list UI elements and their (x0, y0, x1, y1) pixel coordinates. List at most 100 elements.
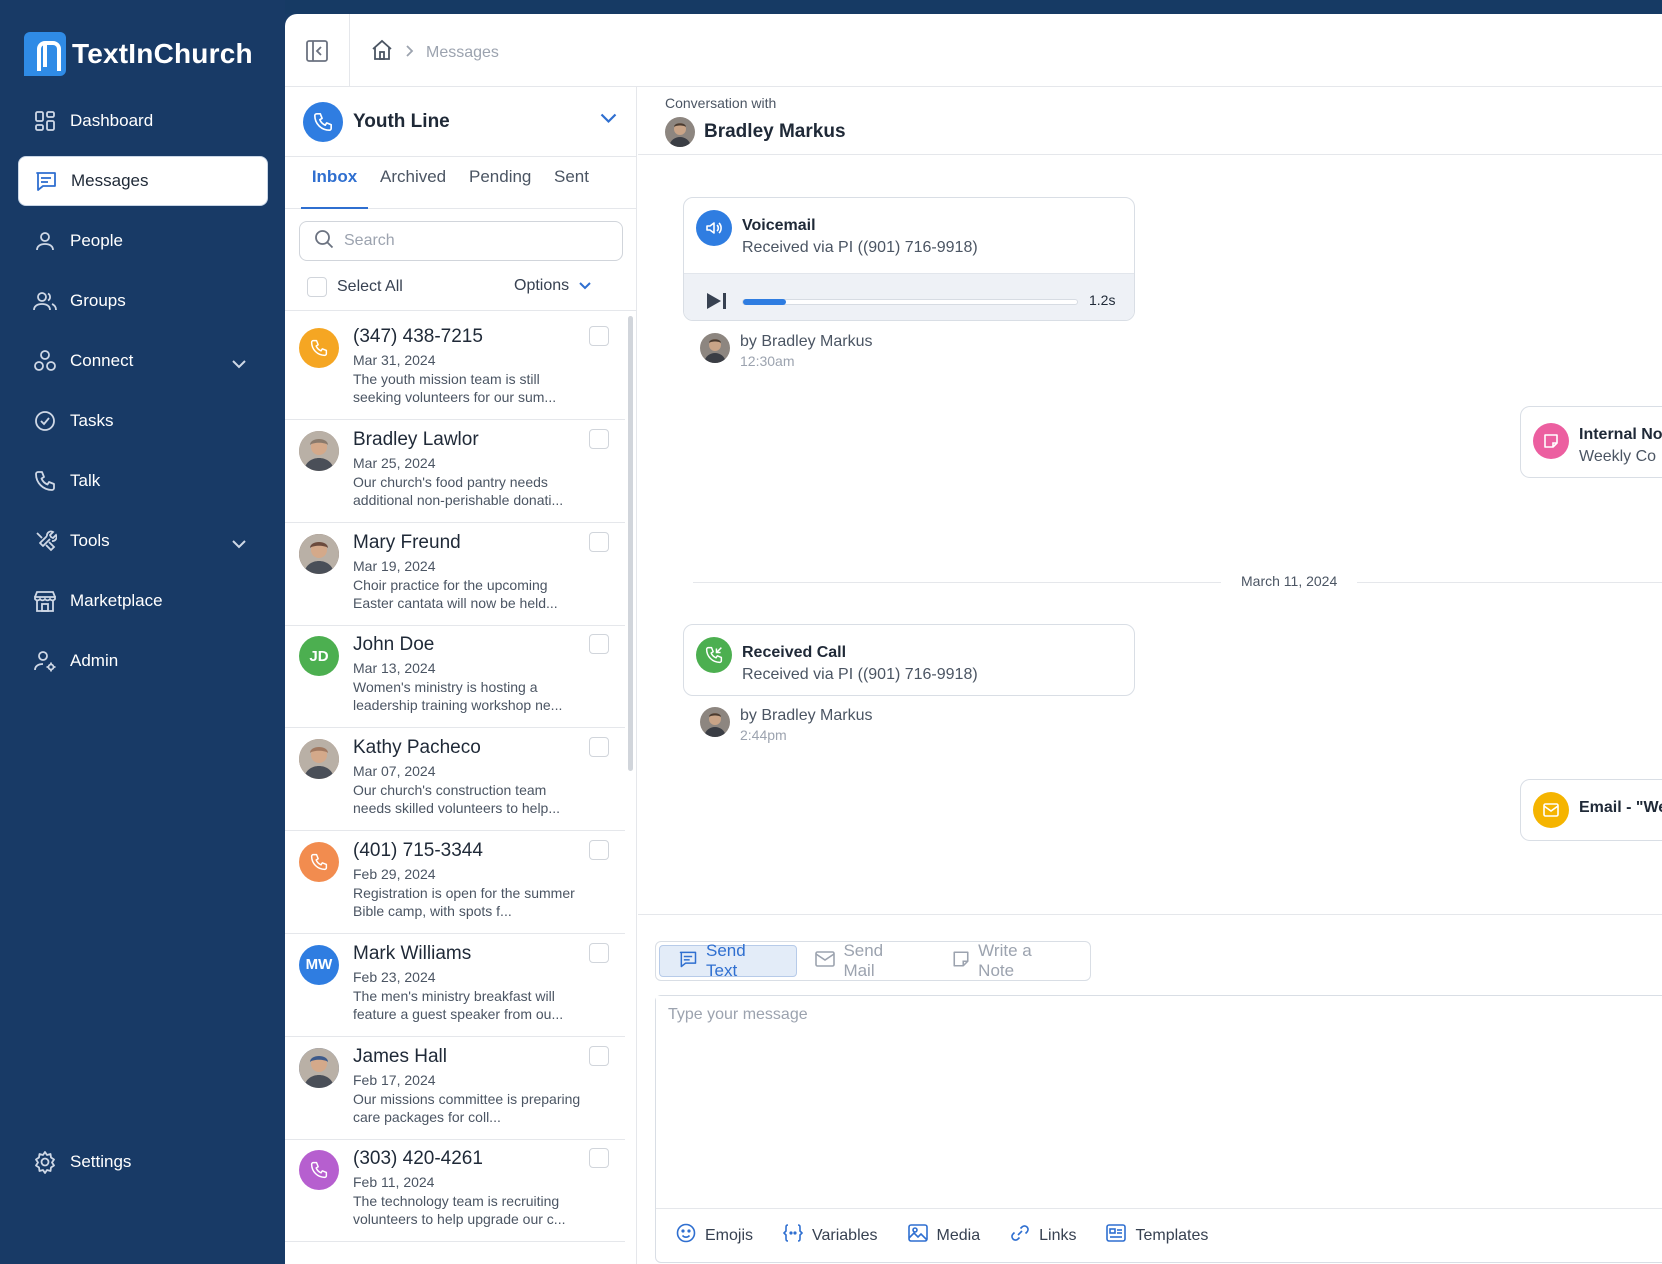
voicemail-title: Voicemail (742, 217, 816, 234)
logo[interactable]: TextInChurch (24, 32, 253, 76)
phone-icon (32, 468, 58, 494)
store-icon (32, 588, 58, 614)
sidebar-item-tasks[interactable]: Tasks (18, 396, 268, 446)
conversation-date: Feb 17, 2024 (353, 1071, 436, 1088)
logo-mark-icon (24, 32, 66, 76)
conversation-row[interactable]: Mary Freund Mar 19, 2024 Choir practice fo… (285, 518, 625, 626)
row-checkbox[interactable] (589, 326, 609, 346)
chevron-down-icon (579, 277, 591, 295)
tab-pending[interactable]: Pending (469, 157, 531, 209)
conversation-name: Mary Freund (353, 531, 461, 553)
brand-name: TextInChurch (72, 38, 253, 69)
conversation-list-panel: Youth Line Inbox Archived Pending Sent S… (285, 87, 637, 1264)
conversation-row[interactable]: JD John Doe Mar 13, 2024 Women's ministry i… (285, 620, 625, 729)
link-icon (1010, 1223, 1030, 1248)
row-checkbox[interactable] (589, 840, 609, 860)
chevron-down-icon[interactable] (232, 534, 246, 554)
home-icon[interactable] (370, 38, 394, 67)
conversation-row[interactable]: Bradley Lawlor Mar 25, 2024 Our church's f… (285, 415, 625, 523)
author-name: by Bradley Markus (740, 707, 873, 724)
audio-progress-fill (743, 299, 787, 305)
sidebar-item-messages[interactable]: Messages (18, 156, 268, 206)
line-selector[interactable]: Youth Line (285, 87, 637, 157)
conversation-date: Feb 29, 2024 (353, 866, 436, 882)
message-thread: Voicemail Received via PI ((901) 716-991… (638, 155, 1662, 915)
email-card[interactable]: Email - "We (1520, 779, 1662, 841)
write-note-tab[interactable]: Write a Note (934, 941, 1087, 980)
send-text-tab[interactable]: Send Text (659, 941, 798, 980)
row-checkbox[interactable] (589, 1148, 609, 1169)
select-all[interactable]: Select All (307, 277, 403, 297)
event-time: 12:30am (740, 353, 795, 369)
conversation-preview: Choir practice for the upcoming Easter c… (353, 576, 558, 611)
conversation-row[interactable]: (303) 420-4261 Feb 11, 2024 The technology… (285, 1134, 625, 1243)
sidebar-item-label: Admin (70, 651, 119, 670)
tab-inbox[interactable]: Inbox (301, 157, 368, 209)
connect-icon (32, 348, 58, 374)
main-panel: Messages Youth Line Inbox Archived Pendi… (285, 14, 1662, 1264)
conversation-name: (401) 715-3344 (353, 840, 483, 861)
audio-player: 1.2s (684, 273, 1134, 320)
tab-archived[interactable]: Archived (380, 157, 446, 209)
row-checkbox[interactable] (589, 428, 609, 449)
row-checkbox[interactable] (589, 1045, 609, 1066)
conversation-header: Conversation with Bradley Markus (638, 87, 1662, 155)
sidebar-item-label: People (70, 231, 123, 250)
audio-progress-track[interactable] (742, 299, 1078, 305)
chevron-down-icon[interactable] (600, 111, 617, 129)
list-scrollbar[interactable] (628, 316, 633, 771)
dashboard-icon (32, 108, 58, 134)
image-icon (907, 1223, 928, 1248)
sidebar-item-talk[interactable]: Talk (18, 456, 268, 506)
sidebar-item-marketplace[interactable]: Marketplace (18, 576, 268, 626)
row-checkbox[interactable] (589, 634, 609, 655)
row-checkbox[interactable] (589, 737, 609, 758)
options-dropdown[interactable]: Options (514, 277, 591, 295)
conversation-preview: Our church's food pantry needs additiona… (353, 473, 564, 508)
select-all-checkbox[interactable] (307, 277, 327, 297)
tool-label: Variables (812, 1226, 878, 1244)
sidebar-item-settings[interactable]: Settings (18, 1137, 268, 1187)
chevron-down-icon[interactable] (232, 354, 246, 374)
conversation-row[interactable]: (347) 438-7215 Mar 31, 2024 The youth miss… (285, 312, 625, 420)
row-checkbox[interactable] (589, 531, 609, 552)
conversation-contact[interactable]: Bradley Markus (665, 117, 846, 147)
send-mail-tab[interactable]: Send Mail (797, 941, 934, 980)
row-checkbox[interactable] (589, 942, 609, 963)
conversation-preview: Registration is open for the summer Bibl… (353, 885, 575, 919)
conversation-row[interactable]: James Hall Feb 17, 2024 Our missions commi… (285, 1032, 625, 1140)
sidebar-item-dashboard[interactable]: Dashboard (18, 96, 268, 146)
date-divider-label: March 11, 2024 (1221, 573, 1358, 589)
tab-sent[interactable]: Sent (554, 157, 589, 209)
sidebar-item-groups[interactable]: Groups (18, 276, 268, 326)
note-icon (952, 950, 970, 973)
templates-button[interactable]: Templates (1106, 1224, 1208, 1247)
sidebar-item-people[interactable]: People (18, 216, 268, 266)
conversation-date: Mar 31, 2024 (353, 352, 436, 368)
variables-button[interactable]: Variables (782, 1224, 878, 1247)
play-pause-icon[interactable] (706, 292, 728, 315)
conversation-row[interactable]: Kathy Pacheco Mar 07, 2024 Our church's co… (285, 723, 625, 832)
links-button[interactable]: Links (1010, 1223, 1076, 1248)
search-box (299, 221, 623, 261)
call-title: Received Call (742, 644, 847, 661)
avatar (700, 707, 730, 737)
collapse-sidebar-button[interactable] (285, 14, 350, 87)
search-icon (314, 229, 334, 254)
conversation-label: Conversation with (665, 95, 777, 111)
sidebar-item-admin[interactable]: Admin (18, 636, 268, 686)
breadcrumb-current: Messages (426, 43, 499, 61)
emojis-button[interactable]: Emojis (676, 1223, 753, 1248)
conversation-row[interactable]: MW Mark Williams Feb 23, 2024 The men's min… (285, 929, 625, 1037)
message-input[interactable] (656, 996, 1662, 1208)
search-input[interactable] (344, 232, 594, 250)
sidebar-item-connect[interactable]: Connect (18, 336, 268, 386)
internal-note-card[interactable]: Internal Note Weekly Co (1520, 406, 1662, 478)
call-author: by Bradley Markus 2:44pm (700, 707, 873, 743)
app-window: TextInChurch Dashboard Messages People G… (0, 0, 1662, 1264)
media-button[interactable]: Media (907, 1223, 980, 1248)
sidebar-item-label: Tasks (70, 411, 114, 430)
sidebar-item-tools[interactable]: Tools (18, 516, 268, 566)
conversation-row[interactable]: (401) 715-3344 Feb 29, 2024 Registration i… (285, 826, 625, 934)
conversation-preview: Our church's construction team needs ski… (353, 782, 561, 817)
